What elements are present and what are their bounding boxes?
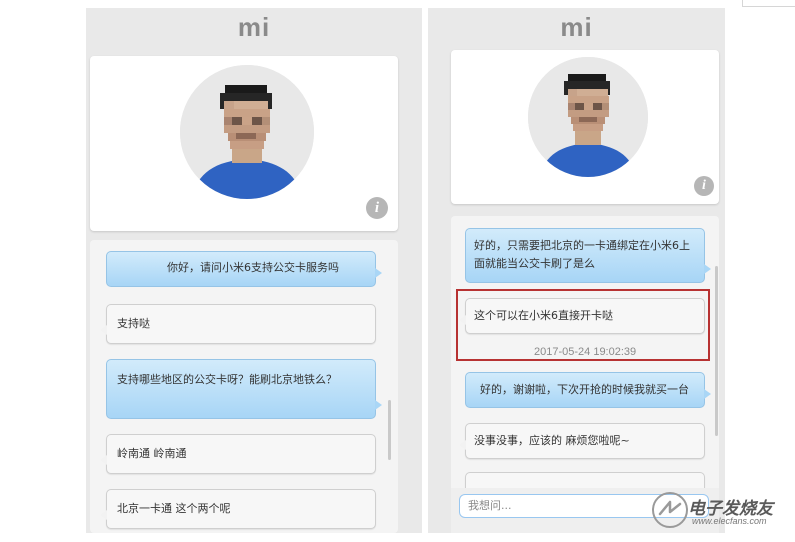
avatar <box>180 65 314 199</box>
message-text: 支持哒 <box>117 317 150 330</box>
info-icon[interactable]: i <box>366 197 388 219</box>
watermark-url: www.elecfans.com <box>692 516 767 526</box>
scrollbar[interactable] <box>388 400 391 460</box>
message-incoming: 北京一卡通 这个两个呢 <box>100 489 376 529</box>
chat-history: 你好，请问小米6支持公交卡服务吗 支持哒 支持哪些地区的公交卡呀？能刷北京地铁么… <box>90 240 398 533</box>
message-outgoing: 你好，请问小米6支持公交卡服务吗 <box>106 251 382 287</box>
message-text: 没事没事，应该的 麻烦您啦呢~ <box>474 434 630 447</box>
message-incoming: 岭南通 岭南通 <box>100 434 376 474</box>
watermark-logo-icon <box>652 492 688 528</box>
mi-logo-text: mi <box>560 12 593 42</box>
message-incoming: 支持哒 <box>100 304 376 344</box>
profile-card: i <box>451 50 719 204</box>
highlight-box <box>456 289 710 361</box>
frame-corner <box>742 0 795 7</box>
message-text: 好的，谢谢啦，下次开抢的时候我就买一台 <box>480 383 689 396</box>
message-text: 好的，只需要把北京的一卡通绑定在小米6上面就能当公交卡刷了是么 <box>474 239 690 270</box>
message-outgoing: 好的，谢谢啦，下次开抢的时候我就买一台 <box>465 372 711 408</box>
watermark: 电子发烧友 www.elecfans.com <box>650 488 790 536</box>
message-text: 你好，请问小米6支持公交卡服务吗 <box>167 261 339 274</box>
message-outgoing: 支持哪些地区的公交卡呀？能刷北京地铁么？ <box>106 359 382 419</box>
mi-logo: mi <box>428 8 725 46</box>
message-text: 支持哪些地区的公交卡呀？能刷北京地铁么？ <box>117 373 337 386</box>
avatar <box>528 57 648 177</box>
message-incoming: 没事没事，应该的 麻烦您啦呢~ <box>459 423 705 459</box>
pixelated-face-image <box>528 57 648 177</box>
right-chat-screen: mi i 好的，只需要把北京的一卡通绑定在小米6上面就能当公交卡刷了是么 这个可… <box>428 8 725 533</box>
mi-logo: mi <box>86 8 422 46</box>
message-text: 北京一卡通 这个两个呢 <box>117 502 231 515</box>
chat-history: 好的，只需要把北京的一卡通绑定在小米6上面就能当公交卡刷了是么 这个可以在小米6… <box>451 216 719 533</box>
mi-logo-text: mi <box>237 12 271 42</box>
left-chat-screen: mi i 你好，请问小米6支持公交卡服务吗 支持哒 支持哪些地区的公交卡呀？能刷… <box>86 8 422 533</box>
info-icon[interactable]: i <box>694 176 714 196</box>
profile-card: i <box>90 56 398 231</box>
message-text: 岭南通 岭南通 <box>117 447 187 460</box>
pixelated-face-image <box>180 65 314 199</box>
scrollbar[interactable] <box>715 266 718 436</box>
message-outgoing: 好的，只需要把北京的一卡通绑定在小米6上面就能当公交卡刷了是么 <box>465 228 711 283</box>
